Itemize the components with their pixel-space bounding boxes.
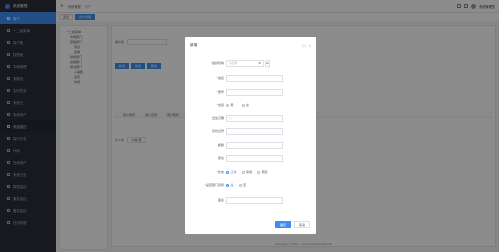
field-label: 邮箱 — [217, 143, 224, 147]
clear-icon[interactable]: ⊗ — [258, 61, 261, 65]
form-row-email: 邮箱 — [185, 141, 316, 149]
field-label: *是否部门领导 — [204, 183, 224, 187]
form-row-position: 职位 — [185, 154, 316, 162]
field-label: *姓名 — [216, 76, 224, 80]
gender-male-radio[interactable]: 男 — [226, 103, 234, 107]
status-disabled-radio[interactable]: 停用 — [241, 170, 252, 174]
radio-checked-icon — [226, 170, 229, 174]
field-label: 身份证号 — [211, 129, 224, 133]
id-card-input[interactable] — [226, 127, 283, 135]
modal-header: 新增 ☐ × — [185, 37, 316, 54]
email-input[interactable] — [226, 141, 283, 149]
cancel-button[interactable]: 取消 — [293, 221, 310, 228]
status-normal-radio[interactable]: 正常 — [226, 170, 237, 174]
form-row-leader: *是否部门领导 是 否 — [185, 181, 316, 189]
form-row-idcard: 身份证号 — [185, 127, 316, 135]
confirm-button[interactable]: 确定 — [274, 221, 291, 228]
leader-no-radio[interactable]: 否 — [238, 183, 246, 187]
form-row-remark: 备注 — [185, 196, 316, 204]
field-label: 出生日期 — [211, 116, 224, 120]
close-icon[interactable]: × — [309, 43, 311, 48]
dept-select[interactable]: 请选择 ⊗ — [226, 59, 264, 67]
account-input[interactable] — [226, 88, 283, 96]
dept-select-wrap: 请选择 ⊗ ⊞ — [226, 59, 270, 67]
add-user-dialog: 新增 ☐ × *组织机构 请选择 ⊗ ⊞ *姓名 *账号 *性别 男 女 出生日期… — [185, 37, 316, 234]
form-row-gender: *性别 男 女 — [185, 101, 316, 109]
calendar-icon: ▢ — [229, 116, 232, 120]
radio-icon — [226, 103, 229, 107]
field-label: 职位 — [217, 156, 224, 160]
status-radio-group: 正常 停用 离职 — [226, 170, 268, 174]
modal-actions: ☐ × — [302, 43, 316, 48]
gender-radio-group: 男 女 — [226, 103, 249, 107]
leader-radio-group: 是 否 — [226, 183, 246, 187]
gender-female-radio[interactable]: 女 — [241, 103, 249, 107]
form-row-birthday: 出生日期 ▢ — [185, 114, 316, 122]
form-row-name: *姓名 — [185, 74, 316, 82]
name-input[interactable] — [226, 74, 283, 82]
radio-icon — [241, 170, 245, 174]
form-row-account: *账号 — [185, 88, 316, 96]
modal-title: 新增 — [190, 43, 198, 47]
position-input[interactable] — [226, 154, 283, 162]
field-label: 备注 — [217, 198, 224, 202]
status-left-radio[interactable]: 离职 — [257, 170, 268, 174]
radio-icon — [257, 170, 261, 174]
leader-yes-radio[interactable]: 是 — [226, 183, 234, 187]
maximize-icon[interactable]: ☐ — [302, 43, 306, 48]
radio-checked-icon — [226, 183, 229, 187]
field-label: *性别 — [216, 103, 224, 107]
field-label: *组织机构 — [210, 61, 224, 65]
birthday-picker[interactable]: ▢ — [226, 114, 283, 122]
dept-picker-button[interactable]: ⊞ — [265, 59, 270, 67]
modal-footer: 确定 取消 — [274, 221, 310, 228]
field-label: *状态 — [216, 170, 224, 174]
radio-icon — [241, 103, 245, 107]
form-row-status: *状态 正常 停用 离职 — [185, 168, 316, 176]
remark-input[interactable] — [226, 196, 283, 204]
radio-icon — [238, 183, 242, 187]
form-row-dept: *组织机构 请选择 ⊗ ⊞ — [185, 59, 316, 67]
field-label: *账号 — [216, 90, 224, 94]
